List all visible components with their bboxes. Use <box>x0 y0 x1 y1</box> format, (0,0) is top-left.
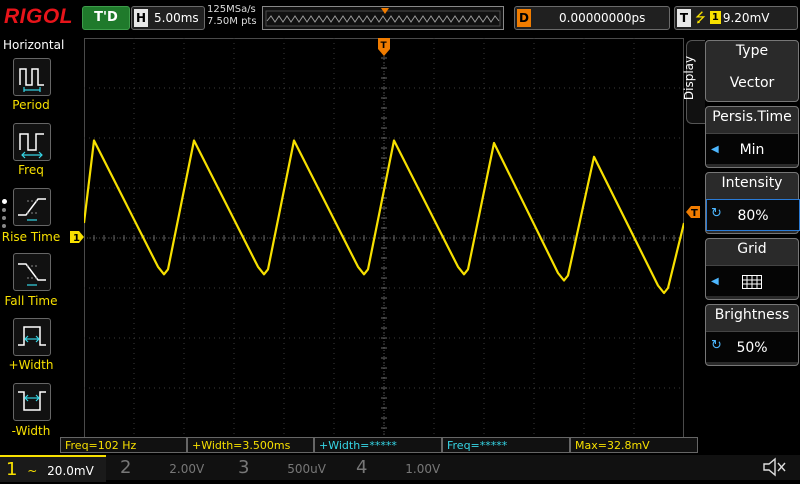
measurement-positive-width-ch2[interactable]: +Width=***** <box>314 437 442 453</box>
delay-value: 0.00000000ps <box>559 11 646 25</box>
negative-width-label: -Width <box>11 424 51 438</box>
measurement-freq-ch2[interactable]: Freq=***** <box>442 437 570 453</box>
freq-icon <box>19 133 44 159</box>
freq-button[interactable] <box>13 123 51 161</box>
trigger-tag: T <box>677 9 691 27</box>
channel-1-number: 1 <box>6 459 18 480</box>
persistence-time-title: Persis.Time <box>712 109 792 125</box>
rise-time-button[interactable] <box>13 188 51 226</box>
fall-time-button[interactable] <box>13 253 51 291</box>
display-menu-tab[interactable]: Display <box>682 40 705 124</box>
channel-4-status[interactable]: 4 1.00V <box>346 455 458 480</box>
measure-category-title: Horizontal <box>3 38 65 52</box>
rise-time-icon <box>18 198 46 221</box>
rotary-knob-icon: ↻ <box>711 338 722 353</box>
grid-icon <box>742 275 762 289</box>
left-arrow-icon: ◀ <box>711 144 719 155</box>
sound-mute-icon[interactable] <box>760 456 788 478</box>
positive-width-icon <box>18 326 46 346</box>
run-status-button[interactable]: T'D <box>82 6 130 30</box>
delay-box[interactable]: D 0.00000000ps <box>514 6 670 30</box>
positive-width-button[interactable] <box>13 318 51 356</box>
rotary-knob-icon: ↻ <box>711 206 722 221</box>
brightness-softkey[interactable]: Brightness 50% ↻ <box>705 304 799 366</box>
period-icon <box>19 68 44 92</box>
negative-width-icon <box>18 391 46 411</box>
positive-width-label: +Width <box>8 358 54 372</box>
graticule <box>84 38 684 438</box>
fall-time-icon <box>18 263 46 286</box>
left-arrow-icon: ◀ <box>711 276 719 287</box>
channel-1-status[interactable]: 1 ~ 20.0mV <box>0 455 106 482</box>
trigger-position-marker-text: T <box>381 41 388 51</box>
type-softkey[interactable]: Type Vector <box>705 40 799 102</box>
ac-coupling-icon: ~ <box>27 464 38 478</box>
channel-3-number: 3 <box>238 457 250 478</box>
trigger-source-badge: 1 <box>709 11 721 24</box>
type-title: Type <box>735 43 769 59</box>
channel-2-status[interactable]: 2 2.00V <box>110 455 222 480</box>
ch1-offset-marker[interactable]: 1 <box>70 228 84 244</box>
timebase-value: 5.00ms <box>154 11 199 25</box>
trigger-position-marker[interactable]: T <box>378 38 390 56</box>
measurement-positive-width[interactable]: +Width=3.500ms <box>187 437 314 453</box>
horizontal-tag: H <box>134 9 148 27</box>
sample-rate: 125MSa/s <box>207 4 256 15</box>
channel-2-scale: 2.00V <box>169 462 205 476</box>
channel-1-scale: 20.0mV <box>47 464 94 478</box>
measurement-max[interactable]: Max=32.8mV <box>570 437 698 453</box>
delay-tag: D <box>517 9 531 27</box>
freq-label: Freq <box>18 163 44 177</box>
intensity-title: Intensity <box>721 175 783 191</box>
display-menu-title: Display <box>682 55 697 101</box>
channel-3-status[interactable]: 3 500uV <box>228 455 340 480</box>
trigger-box[interactable]: T ⭍ 1 9.20mV <box>674 6 798 30</box>
waveform-display-area[interactable] <box>84 38 684 438</box>
type-value: Vector <box>706 67 798 97</box>
negative-width-button[interactable] <box>13 383 51 421</box>
period-button[interactable] <box>13 58 51 96</box>
brand-logo: RIGOL <box>4 5 73 28</box>
channel-4-scale: 1.00V <box>405 462 441 476</box>
brightness-title: Brightness <box>714 307 790 323</box>
grid-title: Grid <box>737 241 767 257</box>
rising-edge-icon: ⭍ <box>695 11 706 26</box>
acquisition-info: 125MSa/s 7.50M pts <box>207 4 257 28</box>
intensity-softkey[interactable]: Intensity 80% ↻ <box>705 172 800 234</box>
period-label: Period <box>12 98 50 112</box>
horizontal-timebase-box[interactable]: H 5.00ms <box>131 6 205 30</box>
memory-depth: 7.50M pts <box>207 16 257 27</box>
channel-4-number: 4 <box>356 457 368 478</box>
channel-3-scale: 500uV <box>287 462 326 476</box>
memory-position-strip[interactable] <box>262 6 504 30</box>
measurement-freq[interactable]: Freq=102 Hz <box>60 437 187 453</box>
trigger-level-value: 9.20mV <box>722 11 770 25</box>
ch1-marker-text: 1 <box>73 233 80 243</box>
channel-2-number: 2 <box>120 457 132 478</box>
persistence-time-value: Min <box>706 133 798 164</box>
trigger-level-marker-text: T <box>691 208 698 218</box>
grid-value-field <box>706 265 798 296</box>
persistence-time-softkey[interactable]: Persis.Time Min ◀ <box>705 106 799 168</box>
memory-strip-waveform-icon <box>265 8 501 27</box>
grid-softkey[interactable]: Grid ◀ <box>705 238 799 300</box>
rise-time-label: Rise Time <box>1 230 61 244</box>
trigger-level-marker[interactable]: T <box>686 203 700 219</box>
fall-time-label: Fall Time <box>4 294 58 308</box>
